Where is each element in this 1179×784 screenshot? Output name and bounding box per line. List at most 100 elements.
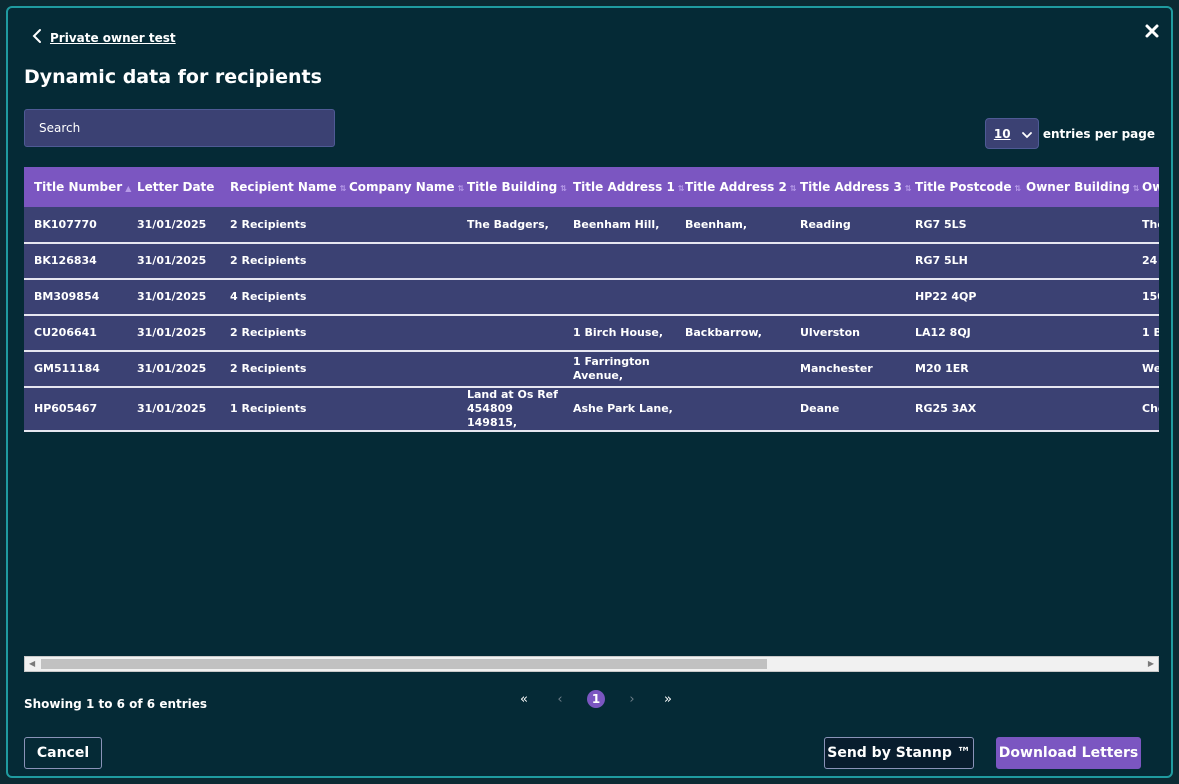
- table-cell: CU206641: [34, 326, 97, 339]
- table-cell: 1 B: [1142, 326, 1159, 339]
- table-cell: GM511184: [34, 362, 100, 375]
- table-cell: [1016, 243, 1132, 279]
- prev-page-button[interactable]: ‹: [542, 692, 578, 707]
- table-cell: 1 Birch House,: [573, 326, 664, 339]
- table-cell: The: [1142, 217, 1159, 231]
- table-cell: 31/01/2025: [137, 217, 207, 231]
- table-cell: Che Far: [1142, 402, 1159, 415]
- column-header[interactable]: Title Address 2 ⇅: [675, 167, 796, 207]
- back-link[interactable]: Private owner test: [32, 28, 176, 48]
- scrollbar-thumb[interactable]: [41, 659, 767, 669]
- last-page-button[interactable]: »: [650, 692, 686, 707]
- table-cell: 31/01/2025: [137, 254, 207, 267]
- table-cell: Reading: [800, 217, 851, 231]
- table-cell: [457, 351, 563, 387]
- table-cell: 2 Recipients: [230, 362, 307, 375]
- table-cell: RG7 5LS: [915, 217, 967, 231]
- table-cell: [339, 387, 457, 431]
- table-cell: [457, 279, 563, 315]
- current-page-button[interactable]: 1: [587, 690, 605, 708]
- table-row[interactable]: GM511184 31/01/2025 2 Recipients 1 Farri…: [24, 351, 1159, 387]
- table-cell: [1016, 351, 1132, 387]
- column-header[interactable]: Company Name ⇅: [339, 167, 464, 207]
- table-cell: 2 Recipients: [230, 254, 307, 267]
- table-cell: 2 Recipients: [230, 326, 307, 339]
- column-header[interactable]: Ow: [1132, 167, 1159, 207]
- table-cell: 31/01/2025: [137, 290, 207, 303]
- table-cell: M20 1ER: [915, 362, 969, 375]
- recipients-table: Title Number ▲ Letter Date Recipient Name…: [24, 167, 1159, 432]
- table-cell: Manchester: [800, 362, 873, 375]
- table-header-row: Title Number ▲ Letter Date Recipient Name…: [24, 167, 1159, 207]
- send-by-stannp-button[interactable]: Send by Stannp ™: [824, 737, 974, 769]
- scroll-left-arrow-icon[interactable]: ◀: [29, 659, 35, 668]
- close-icon[interactable]: [1143, 22, 1161, 40]
- entries-select-value: 10: [993, 126, 1011, 141]
- table-cell: 31/01/2025: [137, 402, 207, 415]
- recipients-modal: Private owner test Dynamic data for reci…: [6, 6, 1173, 778]
- table-cell: 24: [1142, 254, 1158, 267]
- table-cell: Deane: [800, 402, 840, 415]
- table-cell: LA12 8QJ: [915, 326, 971, 339]
- page-title: Dynamic data for recipients: [24, 66, 322, 88]
- column-header[interactable]: Title Address 3 ⇅: [790, 167, 911, 207]
- column-header[interactable]: Title Number ▲: [24, 167, 131, 207]
- table-cell: [790, 279, 905, 315]
- first-page-button[interactable]: «: [506, 692, 542, 707]
- scroll-right-arrow-icon[interactable]: ▶: [1148, 659, 1154, 668]
- back-link-label[interactable]: Private owner test: [50, 31, 176, 45]
- table-cell: HP605467: [34, 402, 98, 415]
- table-cell: Ashe Park Lane,: [573, 402, 673, 415]
- table-row[interactable]: BM309854 31/01/2025 4 Recipients HP22 4Q…: [24, 279, 1159, 315]
- table-cell: Backbarrow,: [685, 326, 762, 339]
- column-header[interactable]: Recipient Name ⇅: [220, 167, 346, 207]
- chevron-left-icon: [32, 28, 42, 48]
- table-cell: Beenham,: [685, 217, 748, 231]
- recipients-table-container: Title Number ▲ Letter Date Recipient Name…: [24, 167, 1159, 435]
- table-row[interactable]: CU206641 31/01/2025 2 Recipients 1 Birch…: [24, 315, 1159, 351]
- column-header[interactable]: Letter Date: [127, 167, 220, 207]
- next-page-button[interactable]: ›: [614, 692, 650, 707]
- table-cell: 1 Recipients: [230, 402, 307, 415]
- horizontal-scrollbar[interactable]: ◀ ▶: [24, 656, 1159, 672]
- pagination: « ‹ 1 › »: [506, 689, 686, 709]
- entries-select[interactable]: 10: [984, 118, 1039, 149]
- table-cell: 31/01/2025: [137, 362, 207, 375]
- entries-label: entries per page: [1042, 126, 1155, 141]
- table-cell: 1 Farrington Avenue,: [573, 355, 650, 382]
- column-header[interactable]: Title Address 1 ⇅: [563, 167, 684, 207]
- table-cell: RG7 5LH: [915, 254, 968, 267]
- table-cell: 4 Recipients: [230, 290, 307, 303]
- table-cell: BK107770: [34, 217, 97, 231]
- table-cell: Beenham Hill,: [573, 217, 660, 231]
- table-cell: Land at Os Ref 454809 149815,: [467, 388, 558, 429]
- download-letters-button[interactable]: Download Letters: [996, 737, 1141, 769]
- table-cell: HP22 4QP: [915, 290, 977, 303]
- table-row[interactable]: BK126834 31/01/2025 2 Recipients RG7 5LH…: [24, 243, 1159, 279]
- column-header[interactable]: Title Building ⇅: [457, 167, 567, 207]
- table-cell: BK126834: [34, 254, 97, 267]
- table-cell: [339, 243, 457, 279]
- table-cell: [563, 243, 675, 279]
- table-cell: [675, 243, 790, 279]
- table-cell: 31/01/2025: [137, 326, 207, 339]
- table-cell: [339, 207, 457, 243]
- table-cell: We: [1142, 362, 1159, 375]
- table-cell: 150: [1142, 290, 1159, 303]
- column-header[interactable]: Owner Building ⇅: [1016, 167, 1139, 207]
- table-cell: [1016, 207, 1132, 243]
- chevron-down-icon: [1021, 124, 1032, 143]
- table-cell: [675, 387, 790, 431]
- table-cell: [563, 279, 675, 315]
- table-cell: The Badgers,: [467, 217, 549, 231]
- table-cell: [1016, 387, 1132, 431]
- table-row[interactable]: HP605467 31/01/2025 1 Recipients Land at…: [24, 387, 1159, 431]
- table-cell: [1016, 315, 1132, 351]
- table-cell: [675, 351, 790, 387]
- table-cell: [675, 279, 790, 315]
- table-cell: RG25 3AX: [915, 402, 977, 415]
- table-row[interactable]: BK107770 31/01/2025 2 Recipients The Bad…: [24, 207, 1159, 243]
- cancel-button[interactable]: Cancel: [24, 737, 102, 769]
- search-input[interactable]: [24, 109, 335, 147]
- column-header[interactable]: Title Postcode ⇅: [905, 167, 1021, 207]
